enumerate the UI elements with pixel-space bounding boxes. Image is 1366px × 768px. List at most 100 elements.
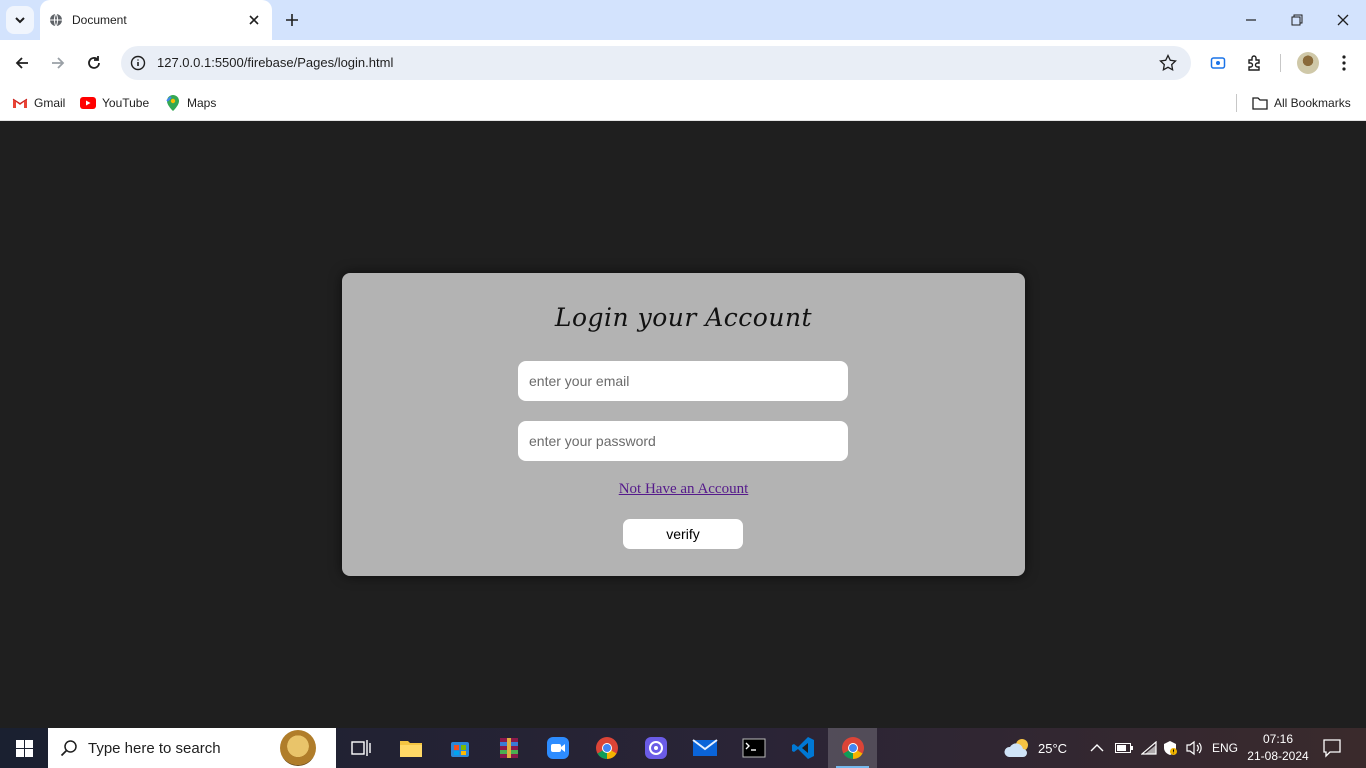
plus-icon [286,14,298,26]
search-icon [60,740,77,757]
taskbar-clock[interactable]: 07:16 21-08-2024 [1244,731,1312,765]
more-vert-icon [1342,55,1346,71]
close-icon [249,15,259,25]
bookmark-label: Gmail [34,96,66,110]
folder-icon [399,741,422,757]
page-viewport: Login your Account Not Have an Account v… [0,121,1366,728]
all-bookmarks-button[interactable]: All Bookmarks [1252,93,1351,113]
browser-tab-strip: Document [0,0,1366,40]
all-bookmarks-label: All Bookmarks [1274,96,1351,110]
chevron-down-icon [15,17,25,24]
menu-button[interactable] [1333,52,1355,74]
reload-icon [88,56,100,69]
gmail-icon [12,95,28,111]
task-view-button[interactable] [336,728,385,768]
chrome-button[interactable] [582,728,631,768]
youtube-icon [80,95,96,111]
notification-center-button[interactable] [1322,738,1342,758]
tab-search-button[interactable] [6,6,34,34]
close-window-button[interactable] [1333,10,1353,30]
signup-link[interactable]: Not Have an Account [342,481,1025,498]
chrome-icon [841,737,864,759]
bookmark-label: Maps [187,96,217,110]
battery-icon [1115,743,1133,753]
copilot-icon [644,737,667,759]
search-highlight-image [280,730,316,766]
bookmark-gmail[interactable]: Gmail [12,93,65,113]
windows-icon [15,739,33,757]
star-icon[interactable] [1159,54,1177,72]
arrow-left-icon [15,57,28,69]
minimize-button[interactable] [1241,10,1261,30]
chevron-up-icon [1090,744,1104,752]
email-field[interactable] [518,361,848,401]
address-bar[interactable]: 127.0.0.1:5500/firebase/Pages/login.html [121,46,1191,80]
verify-button[interactable]: verify [623,519,743,549]
start-button[interactable] [0,728,48,768]
zoom-button[interactable] [533,728,582,768]
reload-button[interactable] [83,52,105,74]
folder-icon [1252,95,1268,111]
bookmarks-divider [1236,94,1237,112]
restore-button[interactable] [1287,10,1307,30]
store-button[interactable] [435,728,484,768]
wifi-indicator[interactable] [1141,728,1157,768]
maps-icon [165,95,181,111]
taskbar-search-box[interactable]: Type here to search [48,728,336,768]
back-button[interactable] [11,52,33,74]
winrar-button[interactable] [484,728,533,768]
winrar-icon [499,738,518,758]
bookmarks-bar: Gmail YouTube Maps All Bookmarks [0,86,1366,121]
restore-icon [1291,14,1303,26]
tab-close-button[interactable] [246,12,262,28]
notification-icon [1323,739,1341,758]
mail-icon [691,739,718,756]
browser-tab[interactable]: Document [40,0,272,40]
profile-avatar[interactable] [1297,52,1319,74]
login-title: Login your Account [554,303,813,332]
wifi-icon [1141,741,1157,755]
chrome-icon [595,737,618,759]
security-indicator[interactable] [1162,728,1178,768]
language-indicator[interactable]: ENG [1212,728,1238,768]
vscode-icon [791,737,814,759]
url-text[interactable]: 127.0.0.1:5500/firebase/Pages/login.html [157,55,393,70]
terminal-icon [742,738,765,758]
minimize-icon [1246,19,1256,21]
weather-temp: 25°C [1038,740,1068,756]
copilot-button[interactable] [631,728,680,768]
speaker-icon [1186,740,1202,756]
toolbar-divider [1280,54,1281,72]
extensions-icon[interactable] [1244,52,1266,74]
clock-date: 21-08-2024 [1247,749,1309,763]
language-label: ENG [1212,741,1239,755]
arrow-right-icon [52,57,65,69]
site-info-icon[interactable] [129,54,147,72]
weather-widget[interactable]: 25°C [1004,728,1067,768]
weather-cloud-icon [1004,739,1028,757]
vscode-button[interactable] [778,728,827,768]
show-hidden-icons-button[interactable] [1090,728,1104,768]
bookmark-label: YouTube [102,96,150,110]
close-icon [1337,14,1349,26]
mail-button[interactable] [680,728,729,768]
battery-indicator[interactable] [1115,728,1133,768]
bookmark-maps[interactable]: Maps [165,93,216,113]
password-field[interactable] [518,421,848,461]
browser-toolbar: 127.0.0.1:5500/firebase/Pages/login.html [0,40,1366,86]
clock-time: 07:16 [1262,732,1294,746]
login-card: Login your Account Not Have an Account v… [342,273,1025,576]
volume-control[interactable] [1186,728,1204,768]
forward-button[interactable] [47,52,69,74]
terminal-button[interactable] [729,728,778,768]
screen-cast-icon[interactable] [1207,52,1229,74]
zoom-icon [546,737,569,759]
file-explorer-button[interactable] [386,728,435,768]
new-tab-button[interactable] [282,10,302,30]
tab-title: Document [72,13,127,27]
chrome-active-button[interactable] [828,728,877,768]
bookmark-youtube[interactable]: YouTube [80,93,149,113]
task-view-icon [350,740,371,756]
globe-icon [50,13,62,27]
windows-taskbar: Type here to search 25°C ENG 07:16 21-08… [0,728,1366,768]
